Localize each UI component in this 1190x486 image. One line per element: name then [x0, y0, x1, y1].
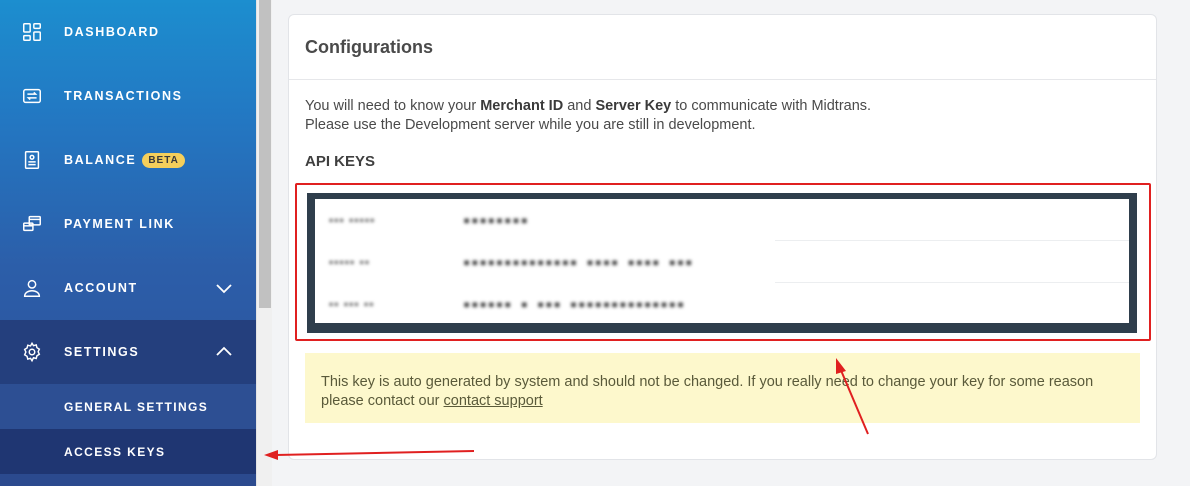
warning-notice: This key is auto generated by system and…: [305, 353, 1140, 423]
card-divider: [289, 79, 1156, 80]
sidebar-item-balance[interactable]: BALANCE BETA: [0, 128, 256, 192]
sidebar-item-payment-link[interactable]: PAYMENT LINK: [0, 192, 256, 256]
payment-link-icon: [21, 213, 43, 235]
sidebar-next-item: [0, 474, 256, 486]
sidebar-subitem-label: ACCESS KEYS: [64, 444, 166, 459]
description: You will need to know your Merchant ID a…: [305, 98, 872, 133]
dashboard-icon: [21, 21, 43, 43]
sidebar-item-settings[interactable]: SETTINGS: [0, 320, 256, 384]
chevron-down-icon[interactable]: [214, 278, 234, 298]
sidebar-item-label: BALANCE BETA: [64, 152, 185, 168]
sidebar-subitem-label: GENERAL SETTINGS: [64, 399, 209, 414]
server-key-label: Server Key: [595, 98, 672, 114]
balance-icon: [21, 149, 43, 171]
card-title: Configurations: [305, 37, 433, 57]
sidebar-item-label: SETTINGS: [64, 345, 140, 359]
sidebar-item-account[interactable]: ACCOUNT: [0, 256, 256, 320]
user-icon: [21, 277, 43, 299]
sidebar-item-label: ACCOUNT: [64, 281, 138, 295]
contact-support-link[interactable]: contact support: [444, 393, 543, 409]
sidebar-item-label: DASHBOARD: [64, 25, 160, 39]
sidebar-item-transactions[interactable]: TRANSACTIONS: [0, 64, 256, 128]
beta-badge: BETA: [142, 152, 185, 168]
sidebar-subitem-access-keys[interactable]: ACCESS KEYS: [0, 429, 256, 474]
transactions-icon: [21, 85, 43, 107]
sidebar-item-label: PAYMENT LINK: [64, 217, 175, 231]
sidebar-scrollbar-thumb[interactable]: [259, 0, 271, 308]
chevron-up-icon[interactable]: [214, 342, 234, 362]
sidebar: DASHBOARD TRANSACTIONS BALANCE BETA PAYME…: [0, 0, 256, 486]
sidebar-item-dashboard[interactable]: DASHBOARD: [0, 0, 256, 64]
annotation-highlight-box: [295, 183, 1151, 341]
gear-icon: [21, 341, 43, 363]
sidebar-subitem-general-settings[interactable]: GENERAL SETTINGS: [0, 384, 256, 429]
merchant-id-label: Merchant ID: [480, 98, 564, 114]
sidebar-item-label: TRANSACTIONS: [64, 89, 183, 103]
api-keys-heading: API KEYS: [305, 153, 376, 170]
